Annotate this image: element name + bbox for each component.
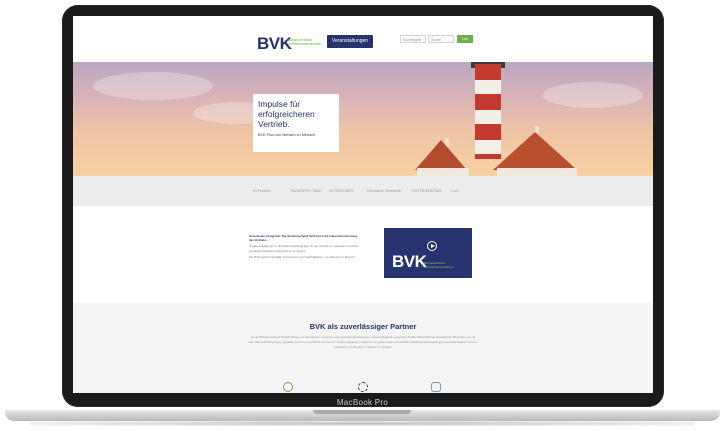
- laptop-screen: BVK Bundesverband Vertriebsunternehmen V…: [73, 16, 653, 393]
- partner-logo[interactable]: Kl.Partner: [253, 188, 271, 193]
- partner-logo[interactable]: BUSINESS TALK: [291, 188, 322, 193]
- hero-title: Impulse für erfolgreicheren Vertrieb.: [258, 99, 315, 129]
- intro-paragraph: Unsere Aufgabe ist es, die Rahmenbedingu…: [249, 244, 359, 253]
- play-icon[interactable]: [427, 241, 437, 251]
- house-roof-right: [493, 132, 577, 170]
- hero-card: Impulse für erfolgreicheren Vertrieb. BV…: [253, 94, 339, 152]
- cloud-shape: [543, 82, 643, 108]
- partner-logo[interactable]: Deutsche Vertriebe: [367, 188, 401, 193]
- handshake-icon: [431, 382, 441, 392]
- logo-subtitle: Bundesverband Vertriebsunternehmen: [287, 38, 322, 46]
- gear-icon: [358, 382, 368, 392]
- laptop-base-notch: [313, 410, 411, 414]
- video-logo: BVK: [392, 252, 427, 271]
- device-brand-label: MacBook Pro: [336, 398, 389, 407]
- events-button[interactable]: Veranstaltungen: [327, 35, 373, 48]
- video-logo-subtitle: Bundesverband Vertriebsunternehmen: [424, 261, 454, 269]
- hero-subtitle-link[interactable]: BVK Plus von Mensch zu Mensch: [258, 133, 334, 137]
- site-header: BVK Bundesverband Vertriebsunternehmen V…: [73, 16, 653, 62]
- header-go-button[interactable]: Los: [457, 35, 473, 43]
- house-wall-left: [417, 168, 469, 176]
- house-wall-right: [497, 168, 577, 176]
- intro-paragraph: Der BVK steht für Qualität, Transparenz …: [249, 254, 356, 259]
- partner-icon: [283, 382, 293, 392]
- partner-logo[interactable]: VERTRIEBSTAG: [411, 188, 442, 193]
- cloud-shape: [93, 72, 213, 100]
- laptop-shadow: [30, 421, 695, 426]
- partner-logo-strip: Kl.Partner BUSINESS TALK IG PARTNER Deut…: [73, 176, 653, 206]
- partner-section-text: Als der Bundesverband Vertrieb bringen w…: [248, 335, 478, 349]
- intro-heading: Gemeinsam erfolgreich: Der Bundesverband…: [249, 234, 358, 243]
- video-player[interactable]: BVK Bundesverband Vertriebsunternehmen: [384, 228, 472, 278]
- house-roof-left: [415, 140, 467, 170]
- header-field-1[interactable]: Suchbegriff: [400, 35, 426, 43]
- partner-section: BVK als zuverlässiger Partner Als der Bu…: [73, 303, 653, 393]
- header-field-2[interactable]: Suche: [428, 35, 454, 43]
- hero-banner: Impulse für erfolgreicheren Vertrieb. BV…: [73, 62, 653, 176]
- intro-text-block: Gemeinsam erfolgreich: Der Bundesverband…: [249, 234, 359, 261]
- partner-logo[interactable]: CoS: [451, 188, 459, 193]
- partner-logo[interactable]: IG PARTNER: [329, 188, 353, 193]
- partner-section-title: BVK als zuverlässiger Partner: [309, 322, 417, 331]
